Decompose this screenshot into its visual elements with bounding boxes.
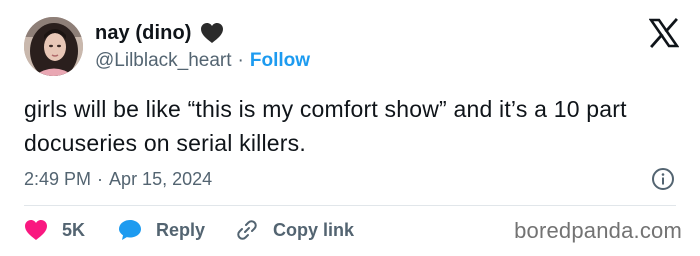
reply-button[interactable]: Reply bbox=[118, 219, 205, 241]
tweet-timestamp[interactable]: 2:49 PM · Apr 15, 2024 bbox=[24, 166, 212, 192]
x-logo-icon[interactable] bbox=[648, 18, 680, 48]
copy-link-label: Copy link bbox=[273, 219, 355, 240]
info-icon[interactable] bbox=[651, 167, 675, 191]
reply-label: Reply bbox=[156, 219, 206, 240]
divider bbox=[24, 205, 676, 206]
follow-button[interactable]: Follow bbox=[250, 50, 310, 72]
timestamp-separator: · bbox=[97, 168, 104, 189]
tweet-card: nay (dino) @Lilblack_heart · Follow girl… bbox=[0, 0, 700, 256]
tweet-text: girls will be like “this is my comfort s… bbox=[24, 96, 627, 156]
action-bar: 5K Reply Copy link bbox=[24, 215, 354, 245]
likes-count: 5K bbox=[62, 219, 86, 240]
watermark: boredpanda.com bbox=[514, 218, 682, 243]
heart-icon bbox=[24, 219, 48, 241]
speech-bubble-icon bbox=[118, 219, 142, 241]
display-name[interactable]: nay (dino) bbox=[95, 22, 192, 45]
author-handle[interactable]: @Lilblack_heart bbox=[95, 50, 232, 72]
handle-separator: · bbox=[237, 50, 244, 71]
avatar[interactable] bbox=[24, 17, 83, 76]
author-name-row: nay (dino) bbox=[95, 18, 224, 48]
like-button[interactable]: 5K bbox=[24, 219, 85, 241]
copy-link-button[interactable]: Copy link bbox=[235, 218, 354, 242]
tweet-time: 2:49 PM bbox=[24, 168, 92, 189]
tweet-date: Apr 15, 2024 bbox=[109, 168, 213, 189]
black-heart-icon bbox=[200, 22, 224, 44]
link-icon bbox=[235, 218, 259, 242]
author-handle-row: @Lilblack_heart · Follow bbox=[95, 48, 310, 74]
